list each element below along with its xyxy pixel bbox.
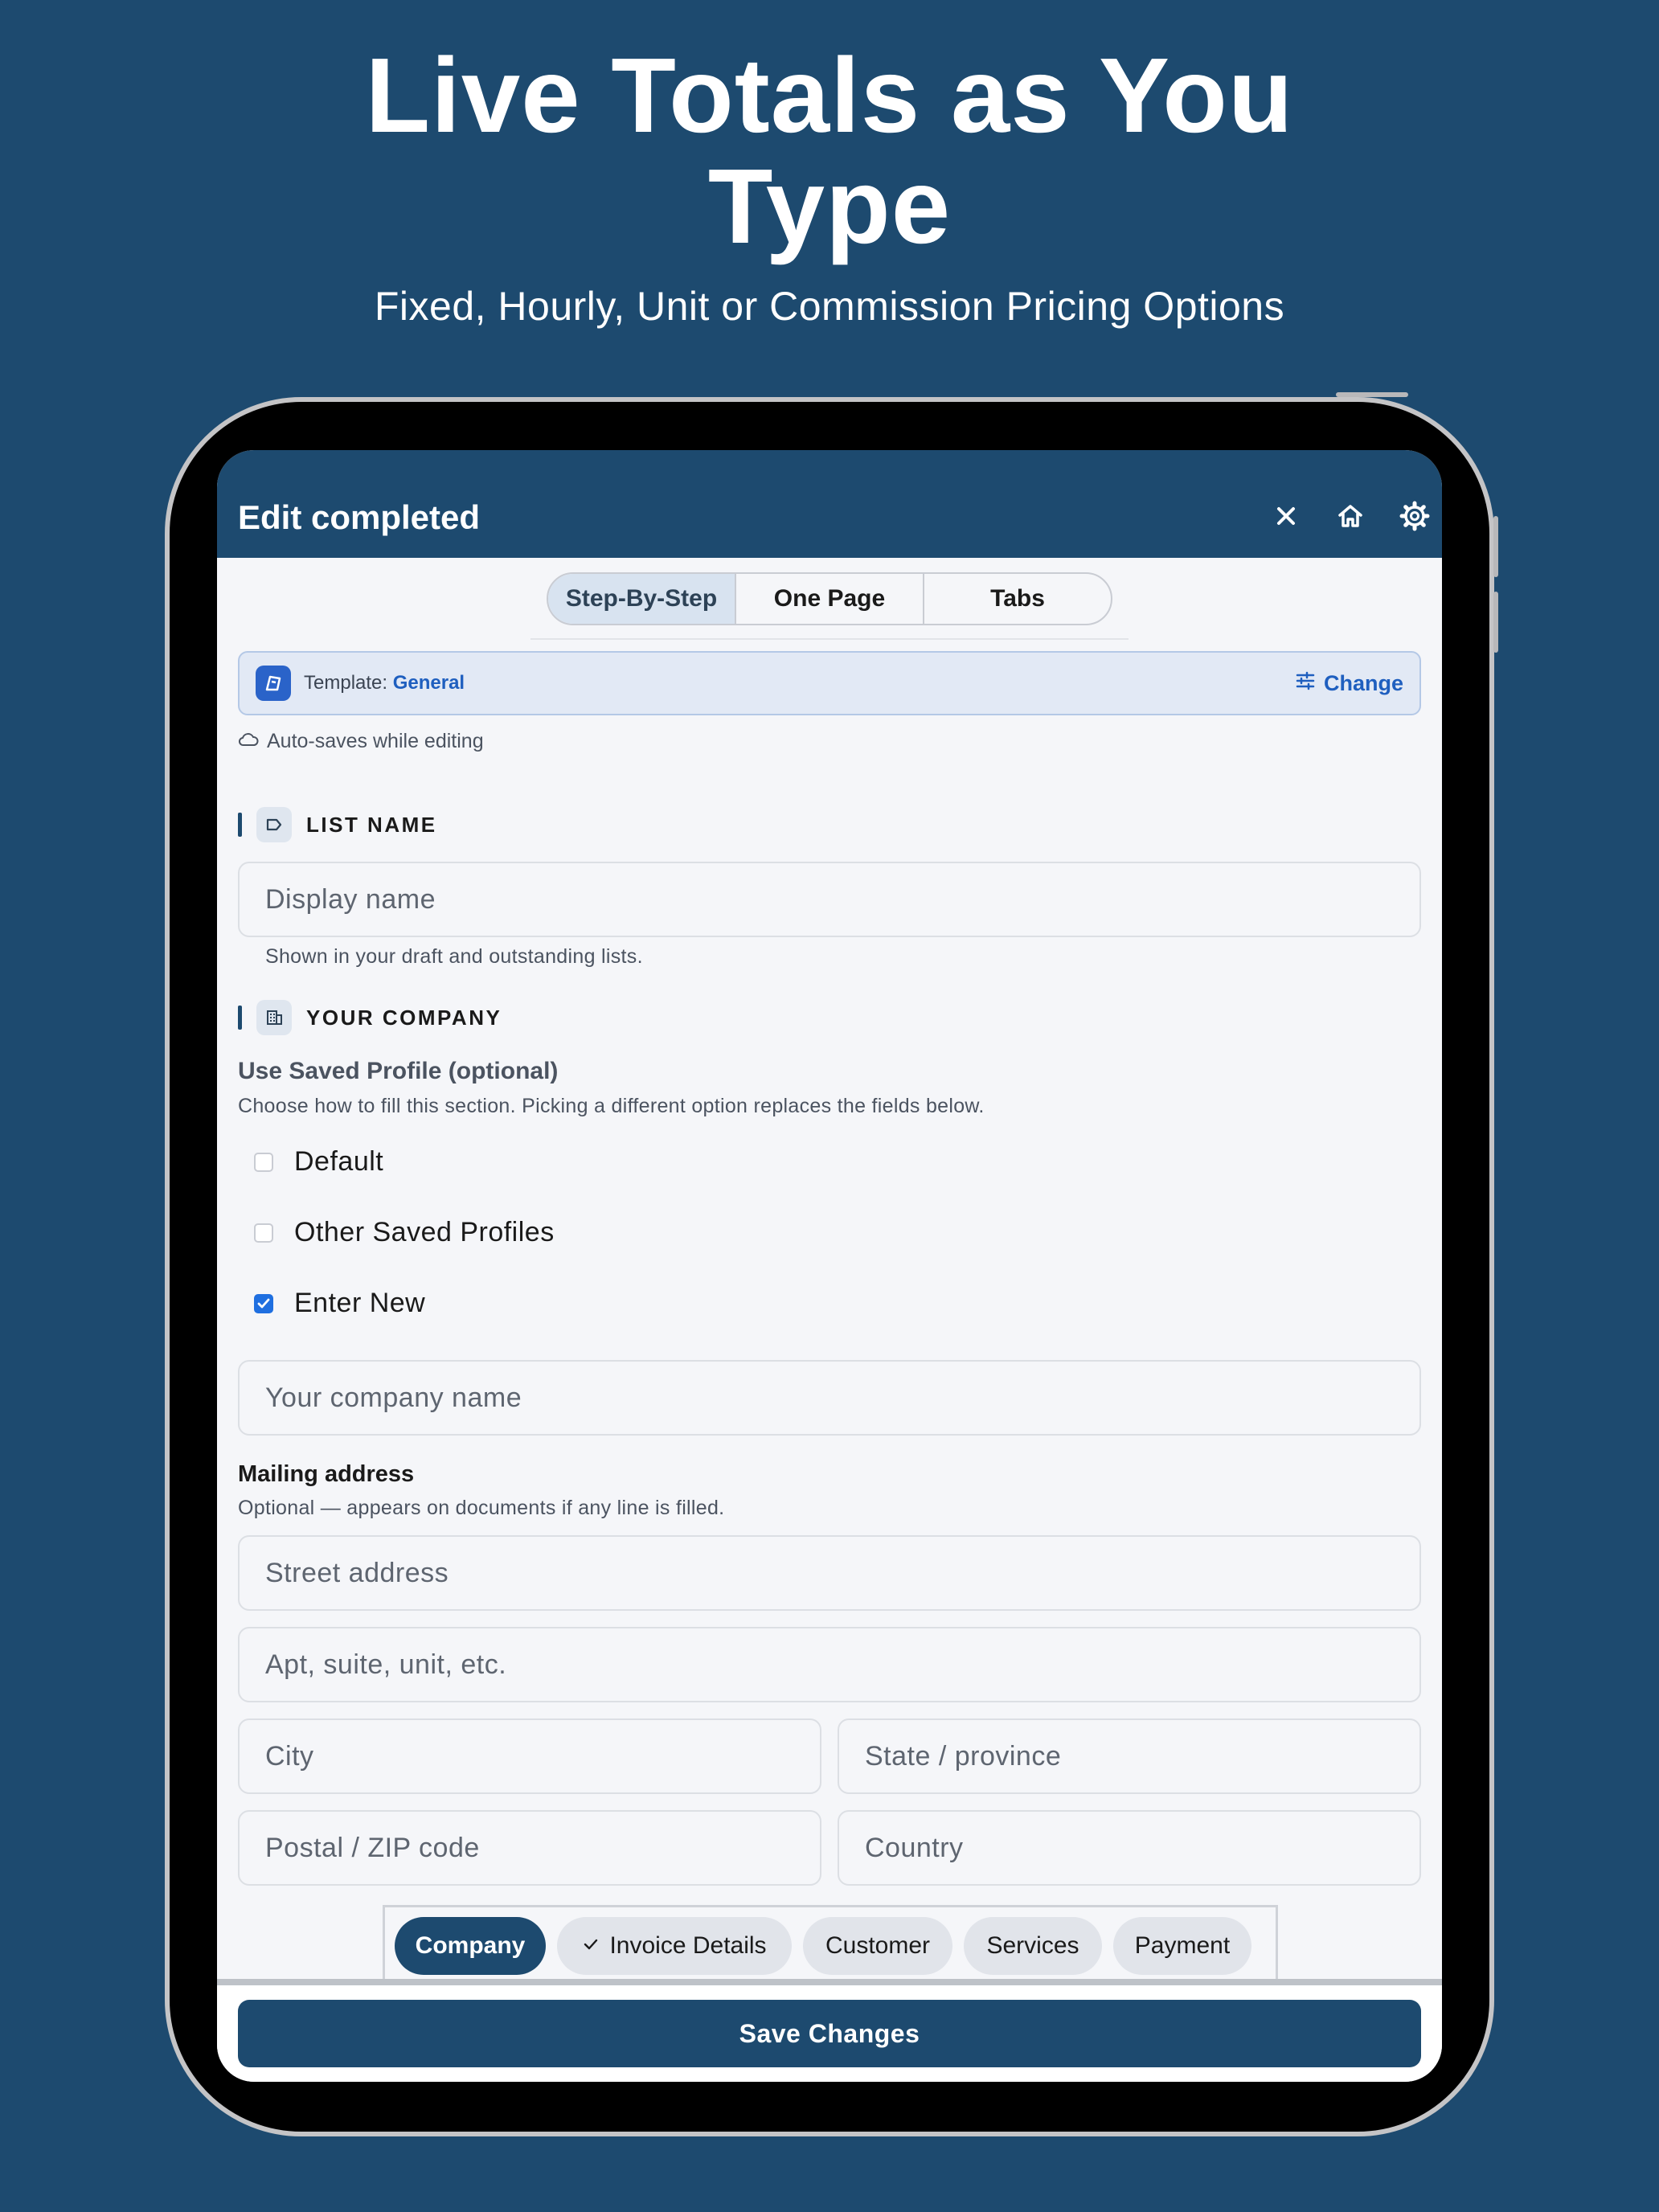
section-accent-bar	[238, 813, 242, 837]
cloud-icon	[238, 730, 259, 753]
other-saved-profiles-label: Other Saved Profiles	[294, 1217, 555, 1247]
step-services[interactable]: Services	[964, 1917, 1102, 1975]
save-changes-button[interactable]: Save Changes	[238, 2000, 1421, 2067]
default-checkbox[interactable]	[254, 1152, 273, 1172]
layout-mode-segmented-control: Step-By-Step One Page Tabs	[547, 572, 1112, 625]
step-customer-label: Customer	[825, 1932, 931, 1959]
bottom-divider	[217, 1979, 1442, 1985]
autosave-text: Auto-saves while editing	[267, 730, 484, 752]
tablet-volume-down	[1493, 592, 1498, 653]
profile-option-default[interactable]: Default	[254, 1146, 383, 1178]
enter-new-label: Enter New	[294, 1288, 426, 1318]
default-option-label: Default	[294, 1146, 384, 1177]
template-bar: Template: General Change	[238, 651, 1421, 715]
app-bar: Edit completed	[217, 450, 1442, 558]
hero-title-line2: Type	[707, 147, 952, 265]
saved-profile-label: Use Saved Profile (optional)	[238, 1058, 559, 1084]
street-address-input[interactable]: Street address	[238, 1535, 1421, 1611]
list-name-section-header: LIST NAME	[238, 807, 437, 842]
profile-option-enter-new[interactable]: Enter New	[254, 1288, 425, 1319]
postal-zip-input[interactable]: Postal / ZIP code	[238, 1810, 821, 1886]
state-province-input[interactable]: State / province	[838, 1718, 1421, 1794]
hero-subtitle: Fixed, Hourly, Unit or Commission Pricin…	[374, 284, 1285, 329]
change-template-label: Change	[1323, 671, 1403, 695]
page-title: Edit completed	[238, 498, 481, 536]
template-logo-icon	[256, 666, 291, 701]
close-icon[interactable]	[1268, 498, 1304, 534]
step-services-label: Services	[986, 1932, 1079, 1959]
step-invoice-details[interactable]: Invoice Details	[557, 1917, 792, 1975]
autosave-note: Auto-saves while editing	[238, 730, 484, 753]
company-section-label: YOUR COMPANY	[306, 1005, 502, 1030]
step-company[interactable]: Company	[395, 1917, 546, 1975]
tablet-volume-up	[1493, 516, 1498, 577]
mailing-address-label: Mailing address	[238, 1461, 415, 1487]
city-input[interactable]: City	[238, 1718, 821, 1794]
change-template-button[interactable]: Change	[1295, 670, 1403, 697]
profile-option-other-saved[interactable]: Other Saved Profiles	[254, 1217, 555, 1248]
company-section-header: YOUR COMPANY	[238, 1000, 502, 1035]
segmented-divider	[530, 638, 1129, 640]
layout-mode-step-by-step[interactable]: Step-By-Step	[548, 574, 735, 624]
checkmark-icon	[582, 1932, 600, 1960]
display-name-helper: Shown in your draft and outstanding list…	[265, 945, 643, 968]
home-icon[interactable]	[1333, 498, 1368, 534]
sliders-icon	[1295, 670, 1316, 697]
step-payment[interactable]: Payment	[1113, 1917, 1251, 1975]
list-name-section-label: LIST NAME	[306, 812, 437, 837]
template-label: Template: General	[304, 672, 465, 694]
display-name-input[interactable]: Display name	[238, 862, 1421, 937]
mailing-address-helper: Optional — appears on documents if any l…	[238, 1497, 725, 1519]
gear-icon[interactable]	[1397, 498, 1432, 534]
step-payment-label: Payment	[1134, 1932, 1231, 1959]
saved-profile-helper: Choose how to fill this section. Picking…	[238, 1095, 985, 1117]
layout-mode-one-page[interactable]: One Page	[735, 574, 923, 624]
template-prefix: Template:	[304, 672, 393, 694]
hero-title-line1: Live Totals as You	[365, 36, 1294, 154]
building-icon	[256, 1000, 292, 1035]
company-name-input[interactable]: Your company name	[238, 1360, 1421, 1436]
template-name: General	[392, 672, 465, 694]
enter-new-checkbox[interactable]	[254, 1293, 273, 1313]
apt-suite-input[interactable]: Apt, suite, unit, etc.	[238, 1627, 1421, 1702]
app-screen: Edit completed Step-By-Step One Page Tab…	[217, 450, 1442, 2082]
tag-icon	[256, 807, 292, 842]
layout-mode-tabs[interactable]: Tabs	[923, 574, 1111, 624]
step-customer[interactable]: Customer	[803, 1917, 952, 1975]
tablet-top-button	[1336, 392, 1408, 397]
other-saved-profiles-checkbox[interactable]	[254, 1223, 273, 1243]
step-invoice-details-label: Invoice Details	[609, 1932, 767, 1959]
country-input[interactable]: Country	[838, 1810, 1421, 1886]
section-accent-bar	[238, 1006, 242, 1030]
step-company-label: Company	[415, 1932, 526, 1959]
hero-title: Live Totals as You Type	[0, 40, 1659, 262]
